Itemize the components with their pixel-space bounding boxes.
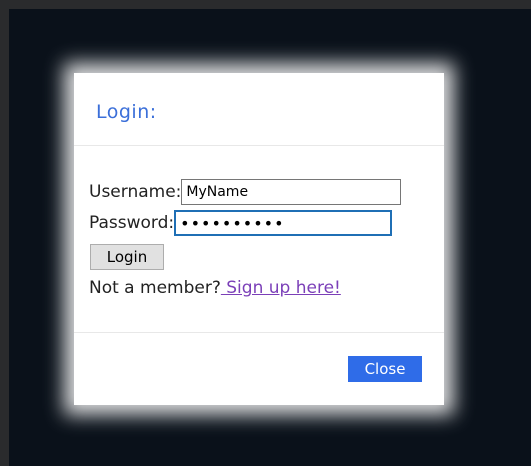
modal-footer: Close: [74, 333, 444, 406]
close-button[interactable]: Close: [348, 356, 422, 382]
password-row: Password:: [89, 210, 393, 236]
username-input[interactable]: [181, 179, 402, 205]
signup-prompt: Not a member? Sign up here!: [89, 278, 341, 298]
username-row: Username:: [89, 179, 402, 205]
modal-header: Login:: [74, 73, 444, 146]
password-label: Password:: [89, 213, 175, 233]
username-label: Username:: [89, 182, 182, 202]
modal-title: Login:: [96, 101, 157, 123]
member-prompt-text: Not a member?: [89, 278, 221, 298]
login-modal: Login: Username: Password: Login Not a m…: [74, 73, 444, 405]
signup-link[interactable]: Sign up here!: [221, 278, 341, 298]
modal-body: Username: Password: Login Not a member? …: [74, 146, 444, 333]
password-input[interactable]: [174, 210, 393, 236]
login-button[interactable]: Login: [90, 244, 164, 270]
